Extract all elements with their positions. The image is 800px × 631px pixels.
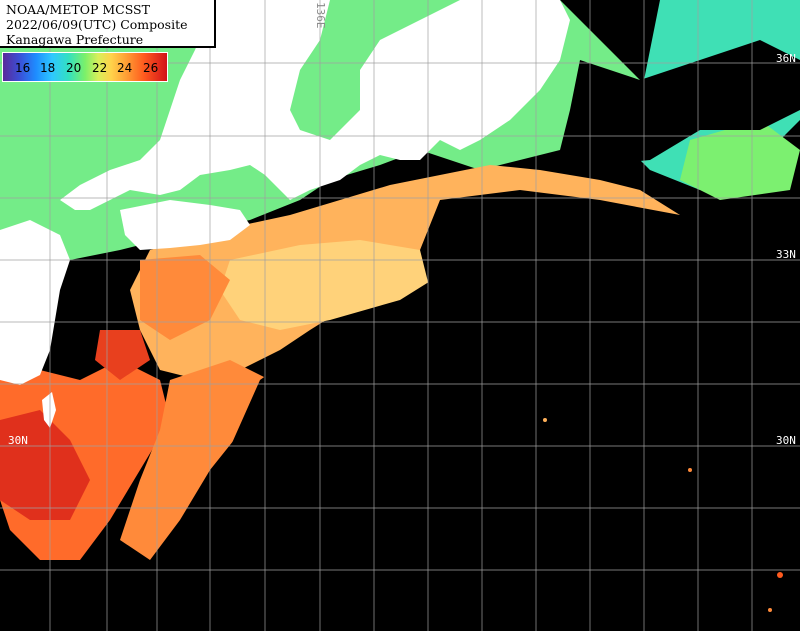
- legend-tick-22: 22: [92, 61, 108, 75]
- region-title: Kanagawa Prefecture: [6, 32, 144, 47]
- sst-map: 136E 36N 33N 30N 30N NOAA/METOP MCSST 20…: [0, 0, 800, 631]
- lat-label-33n: 33N: [776, 248, 796, 261]
- lat-label-30n-right: 30N: [776, 434, 796, 447]
- legend-tick-26: 26: [143, 61, 159, 75]
- lon-label-136e: 136E: [314, 2, 327, 29]
- legend-tick-20: 20: [66, 61, 82, 75]
- legend-tick-16: 16: [15, 61, 31, 75]
- legend-tick-18: 18: [40, 61, 56, 75]
- date-title: 2022/06/09(UTC) Composite: [6, 17, 188, 32]
- graticule: [0, 0, 800, 631]
- temperature-legend: 16 18 20 22 24 26: [2, 52, 168, 82]
- legend-tick-24: 24: [117, 61, 133, 75]
- lat-label-36n: 36N: [776, 52, 796, 65]
- lat-label-30n-left: 30N: [8, 434, 28, 447]
- map-title-box: NOAA/METOP MCSST 2022/06/09(UTC) Composi…: [0, 0, 216, 48]
- source-title: NOAA/METOP MCSST: [6, 2, 150, 17]
